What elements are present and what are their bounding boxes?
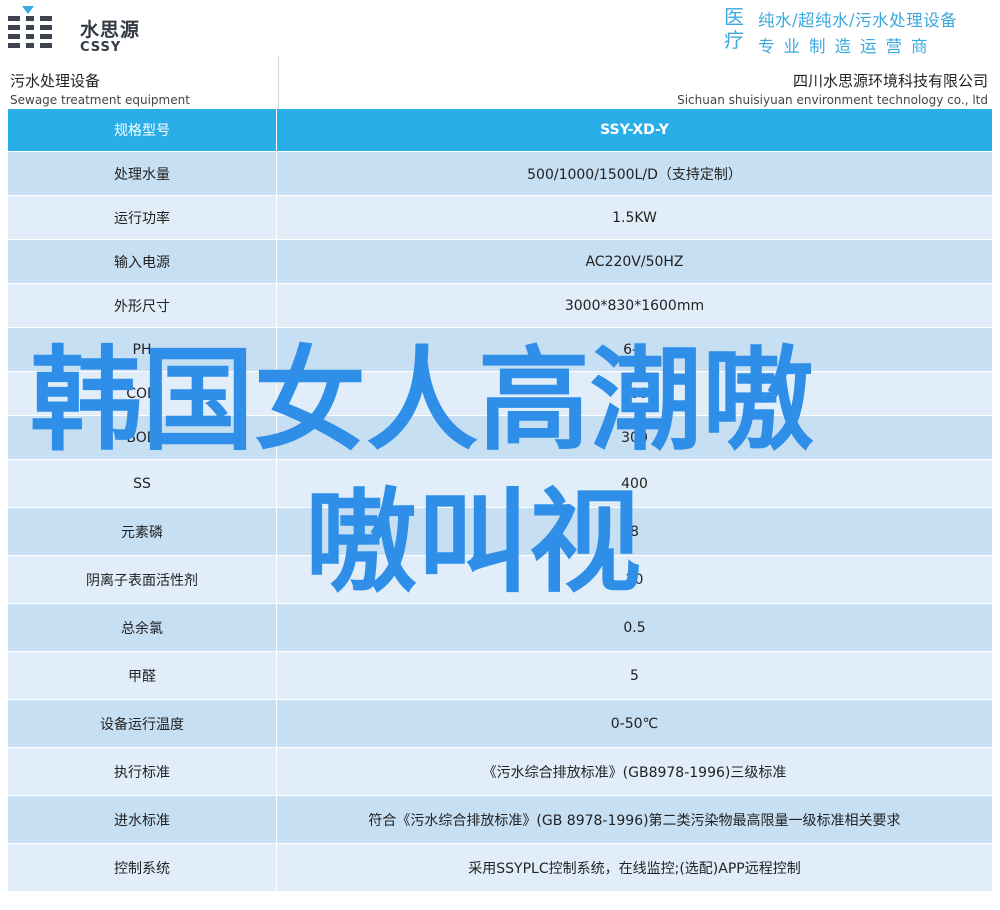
slogan-line-1: 纯水/超纯水/污水处理设备 <box>758 11 958 30</box>
table-row: 运行功率 1.5KW <box>8 196 992 240</box>
table-cell-value: 8 <box>630 523 639 540</box>
table-cell-label: 甲醛 <box>8 652 277 699</box>
table-cell-value: 3000*830*1600mm <box>564 297 705 314</box>
table-cell-value: 5 <box>630 667 639 684</box>
table-cell-label: 设备运行温度 <box>8 700 277 747</box>
table-cell-label: PH <box>8 328 277 371</box>
top-banner: 水思源 CSSY 医疗 纯水/超纯水/污水处理设备 专业制造运营商 <box>0 0 1000 56</box>
product-category-en: Sewage treatment equipment <box>10 93 190 107</box>
table-cell-value: 符合《污水综合排放标准》(GB 8978-1996)第二类污染物最高限量一级标准… <box>368 812 901 829</box>
table-row: COD 500 <box>8 372 992 416</box>
table-row: 控制系统 采用SSYPLC控制系统，在线监控;(选配)APP远程控制 <box>8 844 992 892</box>
table-cell-value: AC220V/50HZ <box>585 253 684 270</box>
table-cell-label: 控制系统 <box>8 844 277 891</box>
brand-logo[interactable]: 水思源 CSSY <box>8 6 148 55</box>
table-row: 进水标准 符合《污水综合排放标准》(GB 8978-1996)第二类污染物最高限… <box>8 796 992 844</box>
table-header-row: 规格型号 SSY-XD-Y <box>8 109 992 152</box>
header-divider <box>278 56 279 109</box>
company-name-en: Sichuan shuisiyuan environment technolog… <box>677 93 988 107</box>
table-cell-value: SSY-XD-Y <box>600 122 669 138</box>
table-cell-label: SS <box>8 460 277 507</box>
slogan: 医疗 纯水/超纯水/污水处理设备 专业制造运营商 <box>724 5 996 57</box>
table-cell-label: 外形尺寸 <box>8 284 277 327</box>
table-cell-value: 500/1000/1500L/D（支持定制） <box>527 166 742 183</box>
table-cell-value: 《污水综合排放标准》(GB8978-1996)三级标准 <box>482 764 787 781</box>
table-row: PH 6-9 <box>8 328 992 372</box>
table-cell-value: 20 <box>625 571 644 588</box>
table-row: 输入电源 AC220V/50HZ <box>8 240 992 284</box>
table-cell-label: BOD <box>8 416 277 459</box>
table-cell-value: 0-50℃ <box>610 715 659 732</box>
table-row: 元素磷 8 <box>8 508 992 556</box>
brand-name-en: CSSY <box>80 40 122 55</box>
document-header: 污水处理设备 Sewage treatment equipment 四川水思源环… <box>8 56 992 109</box>
table-cell-value: 6-9 <box>623 341 646 358</box>
spec-table: 规格型号 SSY-XD-Y 处理水量 500/1000/1500L/D（支持定制… <box>8 109 992 892</box>
brand-name-cn: 水思源 <box>80 19 141 41</box>
table-cell-label: COD <box>8 372 277 415</box>
table-cell-label: 进水标准 <box>8 796 277 843</box>
water-drop-logo-icon <box>8 6 52 50</box>
slogan-big-chars: 医疗 <box>724 5 744 52</box>
table-cell-label: 执行标准 <box>8 748 277 795</box>
table-row: 外形尺寸 3000*830*1600mm <box>8 284 992 328</box>
table-row: SS 400 <box>8 460 992 508</box>
table-row: 设备运行温度 0-50℃ <box>8 700 992 748</box>
product-category-cn: 污水处理设备 <box>10 72 101 90</box>
company-name-cn: 四川水思源环境科技有限公司 <box>792 72 988 90</box>
table-row: 阴离子表面活性剂 20 <box>8 556 992 604</box>
table-cell-label: 总余氯 <box>8 604 277 651</box>
table-cell-value: 500 <box>621 385 648 402</box>
table-cell-value: 0.5 <box>623 619 646 636</box>
table-cell-value: 400 <box>621 475 648 492</box>
table-cell-value: 300 <box>621 429 648 446</box>
table-cell-label: 阴离子表面活性剂 <box>8 556 277 603</box>
table-cell-label: 规格型号 <box>8 109 277 151</box>
slogan-line-2: 专业制造运营商 <box>758 37 937 56</box>
table-row: 处理水量 500/1000/1500L/D（支持定制） <box>8 152 992 196</box>
table-cell-label: 处理水量 <box>8 152 277 195</box>
table-cell-label: 输入电源 <box>8 240 277 283</box>
table-cell-label: 元素磷 <box>8 508 277 555</box>
table-cell-value: 1.5KW <box>612 209 657 226</box>
table-row: 执行标准 《污水综合排放标准》(GB8978-1996)三级标准 <box>8 748 992 796</box>
table-row: 总余氯 0.5 <box>8 604 992 652</box>
table-cell-label: 运行功率 <box>8 196 277 239</box>
table-row: 甲醛 5 <box>8 652 992 700</box>
table-cell-value: 采用SSYPLC控制系统，在线监控;(选配)APP远程控制 <box>468 860 801 877</box>
table-row: BOD 300 <box>8 416 992 460</box>
